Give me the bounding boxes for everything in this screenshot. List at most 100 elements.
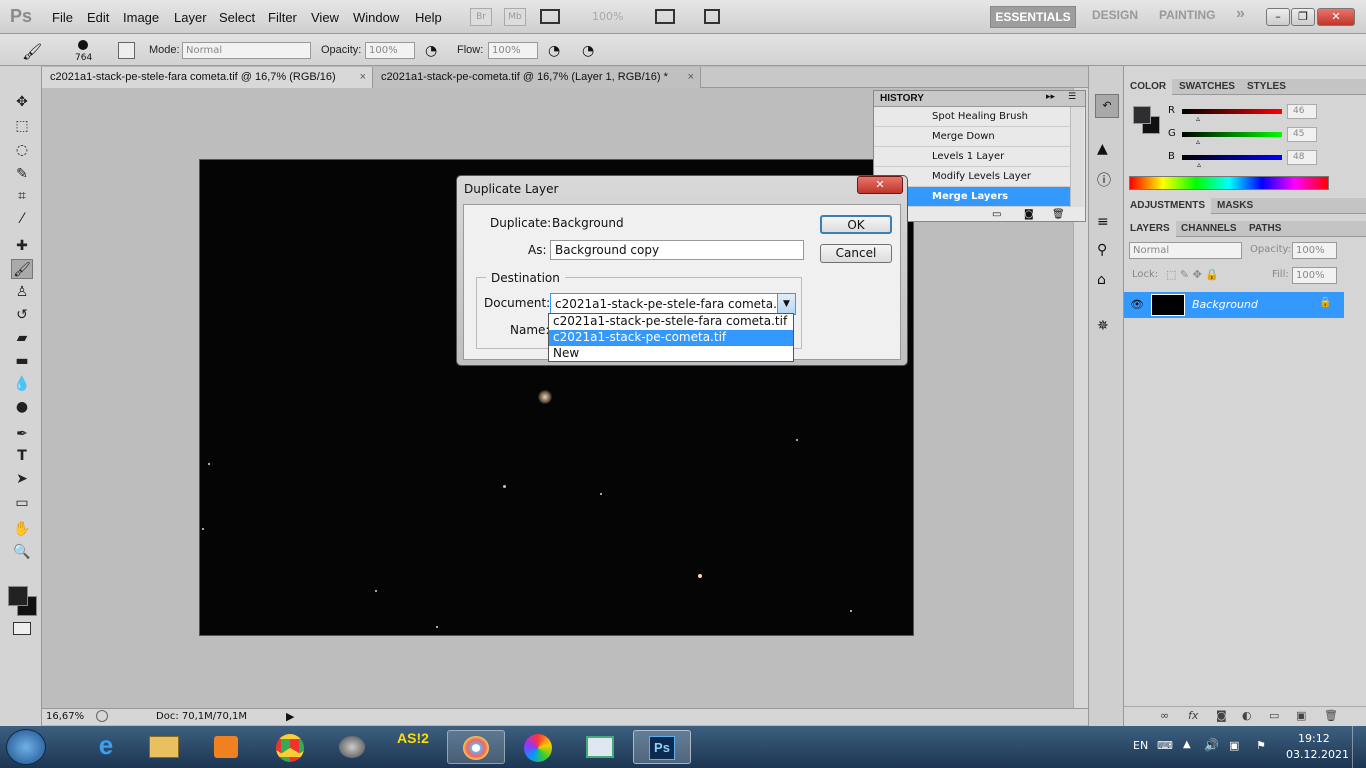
screen-mode-icon[interactable] <box>704 9 720 24</box>
document-select[interactable]: c2021a1-stack-pe-stele-fara cometa.tif ▼ <box>550 293 796 315</box>
clone-stamp-tool-icon[interactable]: ♙ <box>11 282 33 302</box>
menu-view[interactable]: View <box>311 10 339 25</box>
fill-input[interactable]: 100% <box>1292 267 1337 284</box>
new-document-icon[interactable]: ▭ <box>992 209 1001 220</box>
cancel-button[interactable]: Cancel <box>820 244 892 263</box>
menu-edit[interactable]: Edit <box>87 10 109 25</box>
chevron-down-icon[interactable]: ▼ <box>777 294 795 314</box>
tab-swatches[interactable]: SWATCHES <box>1173 79 1241 95</box>
view-extras-icon[interactable] <box>540 9 560 24</box>
color-spectrum[interactable] <box>1129 176 1329 190</box>
window-app-icon[interactable] <box>571 730 629 764</box>
dodge-tool-icon[interactable]: ● <box>11 397 33 417</box>
tablet-pressure-icon[interactable]: ◔ <box>582 43 594 59</box>
start-button[interactable] <box>6 729 46 765</box>
tab-masks[interactable]: MASKS <box>1211 198 1259 214</box>
add-mask-icon[interactable]: ◙ <box>1216 709 1227 722</box>
eraser-tool-icon[interactable]: ▰ <box>11 328 33 348</box>
show-desktop-button[interactable] <box>1352 726 1366 768</box>
move-tool-icon[interactable]: ✥ <box>11 92 33 112</box>
foreground-color-chip[interactable] <box>1133 106 1151 124</box>
clock-date[interactable]: 03.12.2021 <box>1286 748 1349 761</box>
lasso-tool-icon[interactable]: ◌ <box>11 140 33 160</box>
workspace-design[interactable]: DESIGN <box>1092 8 1138 22</box>
opacity-input[interactable]: 100% <box>365 42 415 59</box>
keyboard-icon[interactable]: ⌨ <box>1157 739 1173 752</box>
tab-paths[interactable]: PATHS <box>1243 221 1287 237</box>
info-icon[interactable]: ⓘ <box>1097 170 1111 190</box>
volume-icon[interactable]: 🔊 <box>1204 738 1219 752</box>
as-input[interactable]: Background copy <box>550 240 804 260</box>
pen-tool-icon[interactable]: ✒ <box>11 424 33 444</box>
marquee-tool-icon[interactable]: ⬚ <box>11 116 33 136</box>
airbrush-icon[interactable]: ◔ <box>548 43 560 59</box>
brush-panel-icon[interactable] <box>118 42 135 59</box>
zoom-status[interactable]: 16,67% <box>46 711 84 722</box>
new-group-icon[interactable]: ▭ <box>1269 709 1279 722</box>
explorer-icon[interactable] <box>135 730 193 764</box>
close-icon[interactable]: ✕ <box>1317 8 1355 26</box>
trash-icon[interactable]: 🗑 <box>1052 209 1065 220</box>
new-layer-icon[interactable]: ▣ <box>1296 709 1306 722</box>
brush-preset-icon[interactable] <box>78 40 88 50</box>
path-selection-tool-icon[interactable]: ➤ <box>11 469 33 489</box>
panel-menu-icon[interactable]: ☰ <box>1068 92 1076 102</box>
minibridge-button[interactable]: Mb <box>504 8 526 26</box>
brush-tool-icon[interactable]: 🖌 <box>22 42 42 61</box>
brush-presets-icon[interactable]: ≡ <box>1097 214 1109 230</box>
media-player-icon[interactable] <box>197 730 255 764</box>
b-slider-thumb[interactable]: ▵ <box>1197 160 1201 169</box>
lock-icons[interactable]: ⬚ ✎ ✥ 🔒 <box>1166 268 1219 281</box>
history-brush-tool-icon[interactable]: ↺ <box>11 305 33 325</box>
snapshot-icon[interactable]: ◙ <box>1024 209 1034 220</box>
menu-image[interactable]: Image <box>123 10 159 25</box>
tab-adjustments[interactable]: ADJUSTMENTS <box>1124 198 1212 214</box>
g-slider-thumb[interactable]: ▵ <box>1196 137 1200 146</box>
navigator-icon[interactable]: ✵ <box>1097 318 1109 334</box>
menu-layer[interactable]: Layer <box>174 10 207 25</box>
tab-channels[interactable]: CHANNELS <box>1175 221 1243 237</box>
color-app-icon[interactable] <box>509 730 567 764</box>
clock-time[interactable]: 19:12 <box>1298 732 1330 745</box>
workspace-more[interactable]: » <box>1236 5 1245 23</box>
status-menu-icon[interactable]: ▶ <box>286 710 294 723</box>
history-scrollbar[interactable] <box>1070 107 1084 207</box>
blend-mode-select[interactable]: Normal <box>1129 242 1242 259</box>
photoshop-taskbar-icon[interactable]: Ps <box>633 730 691 764</box>
clone-source-icon[interactable]: ⚲ <box>1097 242 1107 258</box>
paint-icon[interactable] <box>447 730 505 764</box>
arrange-documents-icon[interactable] <box>655 9 675 24</box>
layer-name[interactable]: Background <box>1192 298 1258 311</box>
dropdown-option[interactable]: New <box>549 346 793 362</box>
layer-style-icon[interactable]: fx <box>1188 709 1198 722</box>
history-item[interactable]: Levels 1 Layer <box>874 147 1070 167</box>
r-value[interactable]: 46 <box>1287 104 1317 119</box>
menu-window[interactable]: Window <box>353 10 399 25</box>
history-item[interactable]: Spot Healing Brush <box>874 107 1070 127</box>
menu-select[interactable]: Select <box>219 10 255 25</box>
network-icon[interactable]: ▣ <box>1229 739 1239 752</box>
tab-layers[interactable]: LAYERS <box>1124 221 1176 237</box>
histogram-icon[interactable]: ▲ <box>1097 141 1108 157</box>
menu-help[interactable]: Help <box>415 10 442 25</box>
tab-doc-2[interactable]: c2021a1-stack-pe-cometa.tif @ 16,7% (Lay… <box>373 67 701 88</box>
bridge-button[interactable]: Br <box>470 8 492 26</box>
history-item[interactable]: Merge Down <box>874 127 1070 147</box>
foreground-color-swatch[interactable] <box>8 586 28 606</box>
hand-tool-icon[interactable]: ✋ <box>11 519 33 539</box>
status-info-icon[interactable] <box>96 710 108 722</box>
quick-mask-icon[interactable] <box>13 622 31 635</box>
tab-color[interactable]: COLOR <box>1124 79 1173 95</box>
mode-select[interactable]: Normal <box>182 42 311 59</box>
menu-filter[interactable]: Filter <box>268 10 297 25</box>
link-layers-icon[interactable]: ∞ <box>1160 709 1169 722</box>
gradient-tool-icon[interactable]: ▬ <box>11 351 33 371</box>
dropdown-option-highlighted[interactable]: c2021a1-stack-pe-cometa.tif <box>549 330 793 346</box>
tab-styles[interactable]: STYLES <box>1241 79 1292 95</box>
b-value[interactable]: 48 <box>1287 150 1317 165</box>
ok-button[interactable]: OK <box>820 215 892 234</box>
planetarium-icon[interactable] <box>323 730 381 764</box>
history-panel-icon[interactable]: ↶ <box>1095 94 1119 118</box>
zoom-tool-icon[interactable]: 🔍 <box>11 542 33 562</box>
layer-visibility-icon[interactable]: 👁 <box>1130 298 1144 311</box>
